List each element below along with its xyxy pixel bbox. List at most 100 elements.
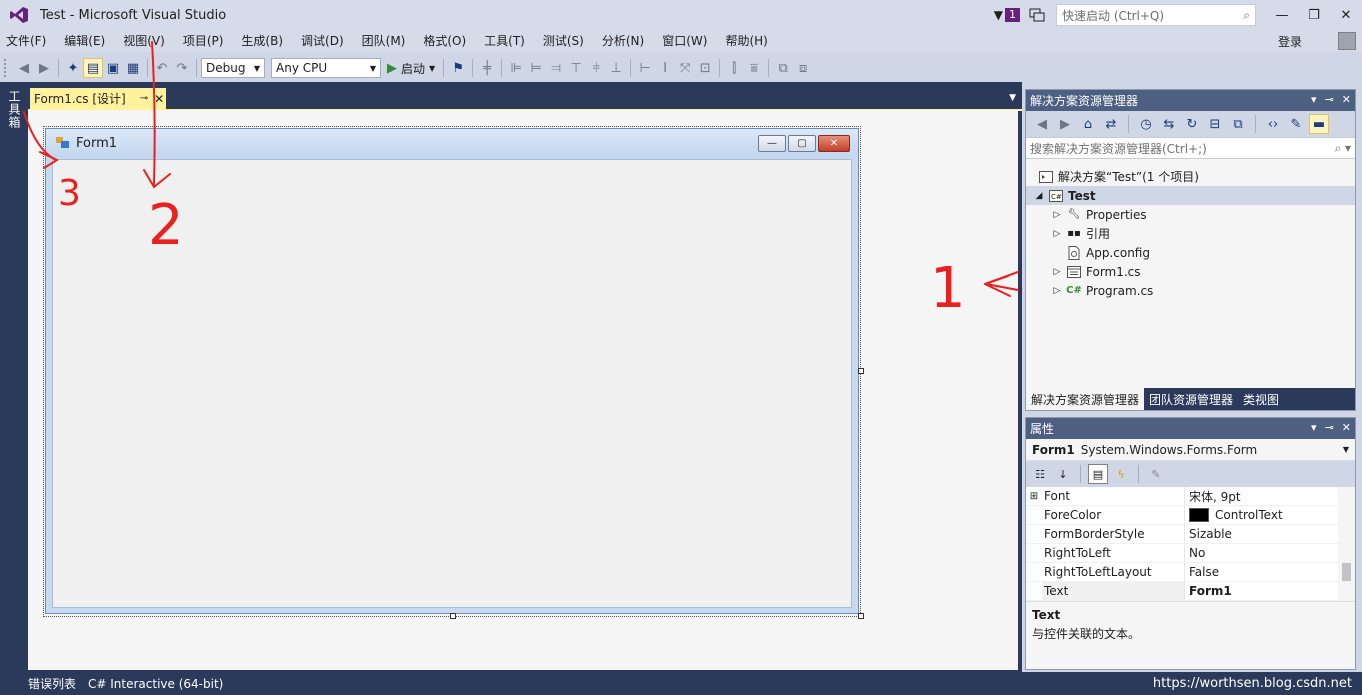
close-button[interactable]: ✕ (1330, 0, 1362, 30)
tab-solution-explorer[interactable]: 解决方案资源管理器 (1026, 388, 1145, 410)
redo-icon[interactable]: ↷ (172, 58, 192, 78)
send-to-back-icon[interactable]: ⧈ (793, 58, 813, 78)
menu-debug[interactable]: 调试(D) (292, 30, 353, 52)
alphabetical-icon[interactable]: ↓ (1053, 464, 1073, 484)
size-to-grid-icon[interactable]: ⊡ (695, 58, 715, 78)
toolbar-grip[interactable] (4, 59, 8, 77)
new-project-icon[interactable]: ✦ (63, 58, 83, 78)
tab-form1-design[interactable]: Form1.cs [设计] ⊸ ✕ (30, 88, 166, 109)
tree-item-project-test[interactable]: ◢ C# Test (1026, 186, 1355, 205)
object-selector[interactable]: Form1 System.Windows.Forms.Form ▼ (1026, 439, 1355, 461)
menu-team[interactable]: 团队(M) (353, 30, 415, 52)
pin-icon[interactable]: ⊸ (1325, 93, 1334, 106)
show-all-files-icon[interactable]: ⧉ (1228, 114, 1248, 134)
vertical-spacing-icon[interactable]: ⩸ (744, 58, 764, 78)
menu-test[interactable]: 测试(S) (534, 30, 593, 52)
avatar[interactable] (1338, 32, 1356, 50)
property-value[interactable]: Sizable (1184, 525, 1338, 543)
property-row-formborderstyle[interactable]: FormBorderStyle Sizable (1026, 525, 1338, 544)
sync-icon[interactable]: ⇆ (1159, 114, 1179, 134)
make-same-width-icon[interactable]: ⊢ (635, 58, 655, 78)
menu-view[interactable]: 视图(V) (114, 30, 174, 52)
property-row-righttoleft[interactable]: RightToLeft No (1026, 544, 1338, 563)
preview-icon[interactable]: ▬ (1309, 114, 1329, 134)
pin-icon[interactable]: ⊸ (1325, 421, 1334, 434)
property-row-text[interactable]: Text Form1 (1026, 582, 1338, 601)
tree-item-app-config[interactable]: App.config (1026, 243, 1355, 262)
solution-search-input[interactable]: 搜索解决方案资源管理器(Ctrl+;) ⌕ ▾ (1026, 137, 1355, 159)
scrollbar-thumb[interactable] (1342, 563, 1351, 581)
error-list-tab[interactable]: 错误列表 (28, 675, 76, 692)
expanded-arrow-icon[interactable]: ◢ (1034, 191, 1044, 201)
tab-class-view[interactable]: 类视图 (1238, 388, 1284, 410)
back-icon[interactable]: ◀ (1032, 114, 1052, 134)
properties-view-icon[interactable]: ▤ (1088, 464, 1108, 484)
property-pages-wrench-icon[interactable]: ✎ (1146, 464, 1166, 484)
menu-help[interactable]: 帮助(H) (716, 30, 776, 52)
pending-changes-icon[interactable]: ◷ (1136, 114, 1156, 134)
feedback-icon[interactable] (1028, 7, 1046, 23)
menu-build[interactable]: 生成(B) (232, 30, 292, 52)
undo-icon[interactable]: ↶ (152, 58, 172, 78)
menu-window[interactable]: 窗口(W) (653, 30, 716, 52)
menu-edit[interactable]: 编辑(E) (55, 30, 114, 52)
tab-list-dropdown-icon[interactable]: ▼ (1009, 93, 1016, 103)
tree-item-properties[interactable]: ▷ 🔧︎ Properties (1026, 205, 1355, 224)
close-icon[interactable]: ✕ (1342, 421, 1351, 434)
align-to-grid-icon[interactable]: ╪ (477, 58, 497, 78)
view-code-icon[interactable]: ‹› (1263, 114, 1283, 134)
pin-icon[interactable]: ⊸ (140, 93, 148, 104)
property-value[interactable]: 宋体, 9pt (1184, 487, 1338, 505)
navigate-forward-icon[interactable]: ▶ (34, 58, 54, 78)
resize-handle-right[interactable] (858, 368, 864, 374)
tree-item-form1-cs[interactable]: ▷ Form1.cs (1026, 262, 1355, 281)
save-all-icon[interactable]: ▦ (123, 58, 143, 78)
save-icon[interactable]: ▣ (103, 58, 123, 78)
form-designer-surface[interactable]: Form1 — ▢ ✕ (28, 110, 1018, 670)
make-same-height-icon[interactable]: Ⅰ (655, 58, 675, 78)
menu-project[interactable]: 项目(P) (174, 30, 233, 52)
align-middles-icon[interactable]: ⫩ (586, 58, 606, 78)
menu-file[interactable]: 文件(F) (0, 30, 55, 52)
minimize-button[interactable]: — (1266, 0, 1298, 30)
align-bottoms-icon[interactable]: ⊥ (606, 58, 626, 78)
properties-wrench-icon[interactable]: ✎ (1286, 114, 1306, 134)
form-client-area[interactable] (52, 159, 852, 608)
collapsed-arrow-icon[interactable]: ▷ (1052, 210, 1062, 220)
categorized-icon[interactable]: ☷ (1030, 464, 1050, 484)
property-value[interactable]: False (1184, 563, 1338, 581)
events-lightning-icon[interactable]: ϟ (1111, 464, 1131, 484)
quick-launch-input[interactable]: 快速启动 (Ctrl+Q) ⌕ (1056, 4, 1256, 26)
close-tab-icon[interactable]: ✕ (154, 92, 164, 106)
notifications-button[interactable]: ▼ 1 (994, 8, 1020, 22)
tree-item-references[interactable]: ▷ ▪▪ 引用 (1026, 224, 1355, 243)
navigate-back-icon[interactable]: ◀ (14, 58, 34, 78)
tab-team-explorer[interactable]: 团队资源管理器 (1144, 388, 1238, 410)
menu-format[interactable]: 格式(O) (414, 30, 475, 52)
solution-configuration-select[interactable]: Debug ▼ (201, 58, 265, 78)
refresh-icon[interactable]: ↻ (1182, 114, 1202, 134)
csharp-interactive-tab[interactable]: C# Interactive (64-bit) (88, 677, 223, 691)
panel-menu-icon[interactable]: ▾ (1311, 93, 1317, 106)
align-lefts-icon[interactable]: ⊫ (506, 58, 526, 78)
property-value[interactable]: Form1 (1184, 582, 1338, 600)
collapsed-arrow-icon[interactable]: ▷ (1052, 229, 1062, 239)
toolbox-tab[interactable]: 工具箱 (6, 90, 23, 129)
align-tops-icon[interactable]: ⊤ (566, 58, 586, 78)
collapsed-arrow-icon[interactable]: ▷ (1052, 267, 1062, 277)
switch-views-icon[interactable]: ⇄ (1101, 114, 1121, 134)
browser-link-icon[interactable]: ⚑ (448, 58, 468, 78)
property-grid-scrollbar[interactable] (1338, 487, 1355, 601)
forward-icon[interactable]: ▶ (1055, 114, 1075, 134)
solution-platform-select[interactable]: Any CPU ▼ (271, 58, 381, 78)
property-value[interactable]: ControlText (1184, 506, 1338, 524)
property-value[interactable]: No (1184, 544, 1338, 562)
tree-item-solution[interactable]: 解决方案“Test”(1 个项目) (1026, 167, 1355, 186)
property-row-forecolor[interactable]: ForeColor ControlText (1026, 506, 1338, 525)
panel-menu-icon[interactable]: ▾ (1311, 421, 1317, 434)
menu-analyze[interactable]: 分析(N) (593, 30, 653, 52)
resize-handle-corner[interactable] (858, 613, 864, 619)
tree-item-program-cs[interactable]: ▷ C# Program.cs (1026, 281, 1355, 300)
align-rights-icon[interactable]: ⫤ (546, 58, 566, 78)
expand-icon[interactable]: ⊞ (1026, 487, 1042, 505)
